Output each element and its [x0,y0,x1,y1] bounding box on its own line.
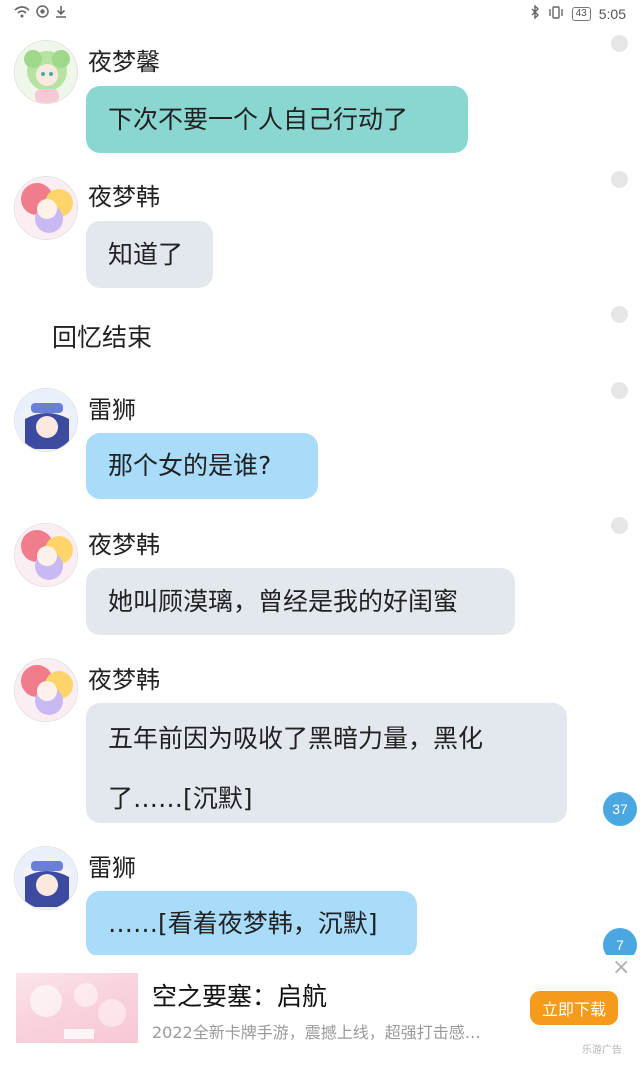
unread-dot [611,382,628,399]
close-icon[interactable]: × [612,955,630,980]
ad-thumbnail[interactable] [16,973,138,1043]
status-bar: 43 5:05 [0,0,640,28]
signal-app-icon [36,5,49,21]
sender-name: 夜梦韩 [88,531,160,559]
avatar[interactable] [14,658,78,722]
message-bubble[interactable]: 五年前因为吸收了黑暗力量，黑化了……[沉默] [86,703,567,823]
avatar[interactable] [14,523,78,587]
message-bubble[interactable]: 那个女的是谁? [86,433,318,499]
message-bubble[interactable]: ……[看着夜梦韩，沉默] [86,891,417,957]
download-button[interactable]: 立即下载 [530,991,618,1025]
sender-name: 雷狮 [88,396,136,424]
ad-source-label: 乐游广告 [582,1045,622,1056]
unread-dot [611,517,628,534]
bluetooth-icon [530,4,540,22]
message-bubble[interactable]: 知道了 [86,221,213,288]
ad-banner[interactable]: 空之要塞：启航 2022全新卡牌手游，震撼上线，超强打击感… 立即下载 × 乐游… [0,955,640,1067]
narration-text: 回忆结束 [52,323,153,352]
ad-description: 2022全新卡牌手游，震撼上线，超强打击感… [152,1023,481,1042]
avatar[interactable] [14,388,78,452]
unread-dot [611,35,628,52]
avatar[interactable] [14,846,78,910]
ad-title[interactable]: 空之要塞：启航 [152,977,327,1013]
battery-indicator: 43 [571,6,591,21]
avatar[interactable] [14,176,78,240]
sender-name: 夜梦韩 [88,666,160,694]
unread-dot [611,306,628,323]
vibrate-icon [548,5,564,22]
clock: 5:05 [598,5,626,22]
sender-name: 雷狮 [88,854,136,882]
message-bubble[interactable]: 下次不要一个人自己行动了 [86,86,468,153]
sender-name: 夜梦韩 [88,183,160,211]
download-icon [55,5,67,21]
unread-count-badge[interactable]: 37 [603,792,637,826]
avatar[interactable] [14,40,78,104]
unread-dot [611,171,628,188]
wifi-icon [14,5,30,21]
sender-name: 夜梦馨 [88,48,160,76]
message-bubble[interactable]: 她叫顾漠璃，曾经是我的好闺蜜 [86,568,515,635]
